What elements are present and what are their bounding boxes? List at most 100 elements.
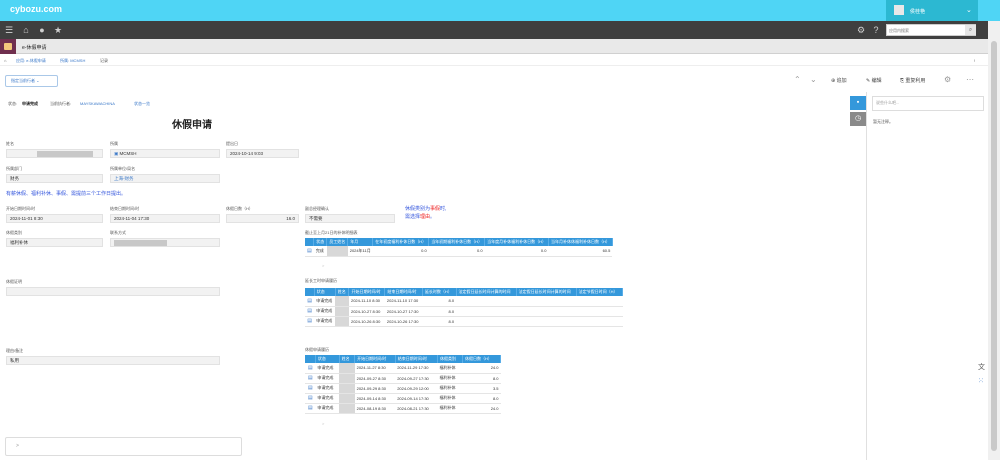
assignee-link[interactable]: MAYSKAWACHINA xyxy=(80,101,115,106)
status-history-link[interactable]: 状态一览 xyxy=(134,101,150,107)
reason-field: 私用 xyxy=(6,356,220,365)
next-record-icon[interactable]: ⌄ xyxy=(810,75,817,84)
table-cell: 8.0 xyxy=(422,306,457,317)
gear-icon[interactable]: ⚙ xyxy=(855,24,867,36)
table-header-row: 状态 姓名 开始日期时间/时 结束日期时间/时 休假类别 休假日数（H） xyxy=(305,355,501,363)
cybozu-logo[interactable]: cybozu.com xyxy=(10,4,62,14)
table-cell xyxy=(576,316,623,327)
user-menu[interactable]: 侯桂艳 ⌄ xyxy=(886,0,978,21)
expand-panel[interactable]: > xyxy=(5,437,242,456)
dept-field: ▣ MCMSH xyxy=(110,149,220,158)
table-row[interactable]: ▤ 申请完成 2024-11-10 8:30 2024-11-10 17:30 8.0 xyxy=(305,296,623,307)
table-header-cell: 姓名 xyxy=(339,355,356,363)
status-value: 申请完成 xyxy=(22,101,38,106)
table-header-row: 状态 员工姓名 年月 在年初度福利补休日数（H） 当年初期福利补休日数（H） 当年度月补休… xyxy=(305,238,613,246)
table-header-cell: 员工姓名 xyxy=(326,238,349,246)
table-row[interactable]: ▤ 申请完成 2024-09-14 8:30 2024-09-14 17:30 福利补休… xyxy=(305,393,501,404)
table-row[interactable]: ▤ 申请完成 2024-10-27 8:30 2024-10-27 17:30 8.0 xyxy=(305,306,623,317)
table-cell: 2024-09-14 8:30 xyxy=(354,393,396,404)
edit-button[interactable]: ✎ 编辑 xyxy=(866,77,882,84)
comment-tab-icon[interactable]: ▪ xyxy=(850,96,866,110)
breadcrumb-space[interactable]: 所属: MCMSH xyxy=(60,58,85,64)
table-cell: 2024-10-27 8:30 xyxy=(348,306,385,317)
gear-icon[interactable]: ⚙ xyxy=(944,75,951,84)
apps-icon[interactable]: ⁙ xyxy=(978,377,984,385)
avatar xyxy=(894,5,904,15)
table-row[interactable]: ▤ 申请完成 2024-09-29 8:30 2024-09-29 12:00 福利补休… xyxy=(305,383,501,394)
table-cell: 2024-09-27 8:30 xyxy=(354,373,396,384)
table-cell: 0.0 xyxy=(428,246,485,257)
table-cell: 2024-09-27 17:30 xyxy=(395,373,438,384)
start-label: 开始日期时间/时 xyxy=(6,206,36,211)
home-icon[interactable]: ⌂ xyxy=(4,58,6,63)
office-value[interactable]: 上海-财务 xyxy=(114,176,134,181)
redacted-cell xyxy=(339,393,355,404)
document-icon: ▤ xyxy=(305,393,316,404)
chevron-right-icon[interactable]: > xyxy=(322,263,324,268)
table-cell xyxy=(576,306,623,317)
app-title[interactable]: e-休假申请 xyxy=(22,44,46,51)
search-icon[interactable]: ⌕ xyxy=(965,25,976,35)
menu-icon[interactable]: ☰ xyxy=(3,24,15,36)
search-box: ⌕ xyxy=(886,24,976,36)
dept-value[interactable]: MCMSH xyxy=(120,151,137,156)
table-cell: 8.0 xyxy=(462,393,501,404)
more-icon[interactable]: ⋯ xyxy=(966,75,974,84)
table-cell: 60.5 xyxy=(548,246,613,257)
comment-input[interactable]: 说些什么吧... xyxy=(872,96,984,111)
prev-record-icon[interactable]: ⌃ xyxy=(794,75,801,84)
table-cell: 0.0 xyxy=(372,246,429,257)
table-cell: 8.0 xyxy=(422,316,457,327)
help-icon[interactable]: ? xyxy=(870,24,882,36)
document-icon: ▤ xyxy=(305,363,316,374)
leave-history-table: 状态 姓名 开始日期时间/时 结束日期时间/时 休假类别 休假日数（H） ▤ 申请完成 202… xyxy=(305,355,501,414)
assignee-label: 当前执行者: xyxy=(50,101,72,106)
home-icon[interactable]: ⌂ xyxy=(20,24,32,36)
table-row[interactable]: ▤ 申请完成 2024-08-19 8:30 2024-08-21 17:30 福利补休… xyxy=(305,403,501,414)
redacted-cell xyxy=(339,383,355,394)
breadcrumb-app[interactable]: 应用: e-休假申请 xyxy=(16,58,46,64)
breadcrumb-record: 记录 xyxy=(100,58,108,63)
translate-icon[interactable]: 文 xyxy=(978,362,985,372)
table-row[interactable]: ▤ 申请完成 2024-11-27 8:30 2024-11-29 17:30 福利补休… xyxy=(305,363,501,374)
table-cell: 2024-09-29 8:30 xyxy=(354,383,396,394)
table-row[interactable]: ▤ 申请完成 2024-10-26 8:30 2024-10-26 17:30 8.0 xyxy=(305,316,623,327)
table-header-cell: 法定假日延长时间计算的时间 xyxy=(456,288,517,296)
contact-field xyxy=(110,238,220,247)
table-cell xyxy=(516,316,577,327)
add-button[interactable]: ⊕ 追加 xyxy=(831,77,847,84)
contact-label: 联系方式 xyxy=(110,230,126,235)
table-header-cell: 开始日期时间/时 xyxy=(348,288,386,296)
table-row[interactable]: ▤ 完成 2024年11月 0.0 0.0 0.0 60.5 xyxy=(305,246,613,257)
dept-label: 所属 xyxy=(110,141,118,146)
table-cell: 申请完成 xyxy=(315,363,340,374)
table-cell: 8.0 xyxy=(422,296,457,307)
table-header-cell: 结束日期时间/时 xyxy=(395,355,439,363)
table-header-cell: 状态 xyxy=(314,288,336,296)
table-cell: 申请完成 xyxy=(315,393,340,404)
table-cell: 2024-11-27 8:30 xyxy=(354,363,396,374)
table-cell: 3.5 xyxy=(462,383,501,394)
scrollbar[interactable] xyxy=(988,21,1000,460)
table-row[interactable]: ▤ 申请完成 2024-09-27 8:30 2024-09-27 17:30 福利补休… xyxy=(305,373,501,384)
chevron-right-icon[interactable]: > xyxy=(322,421,324,426)
breadcrumb: ⌂ 应用: e-休假申请 所属: MCMSH 记录 ! xyxy=(0,55,988,66)
pin-icon[interactable]: ! xyxy=(974,58,975,63)
office-field: 上海-财务 xyxy=(110,174,220,183)
days-field: 16.0 xyxy=(226,214,299,223)
table-cell: 2024-11-10 17:30 xyxy=(384,296,423,307)
search-input[interactable] xyxy=(887,25,963,35)
redacted-cell xyxy=(326,246,348,257)
reuse-button[interactable]: ⎘ 重复利用 xyxy=(900,77,925,84)
table-cell: 2024年11月 xyxy=(347,246,373,257)
table-cell: 申请完成 xyxy=(315,373,340,384)
table-cell: 2024-08-21 17:30 xyxy=(395,403,438,414)
table-header-cell: 姓名 xyxy=(335,288,350,296)
workflow-action-select[interactable]: 指定当前行者 ⌄ xyxy=(5,75,58,87)
bell-icon[interactable]: ● xyxy=(36,24,48,36)
table-cell: 0.0 xyxy=(484,246,549,257)
history-tab-icon[interactable]: ◷ xyxy=(850,112,866,126)
chevron-right-icon: > xyxy=(16,443,19,449)
star-icon[interactable]: ★ xyxy=(52,24,64,36)
table-header-cell: 状态 xyxy=(313,238,328,246)
